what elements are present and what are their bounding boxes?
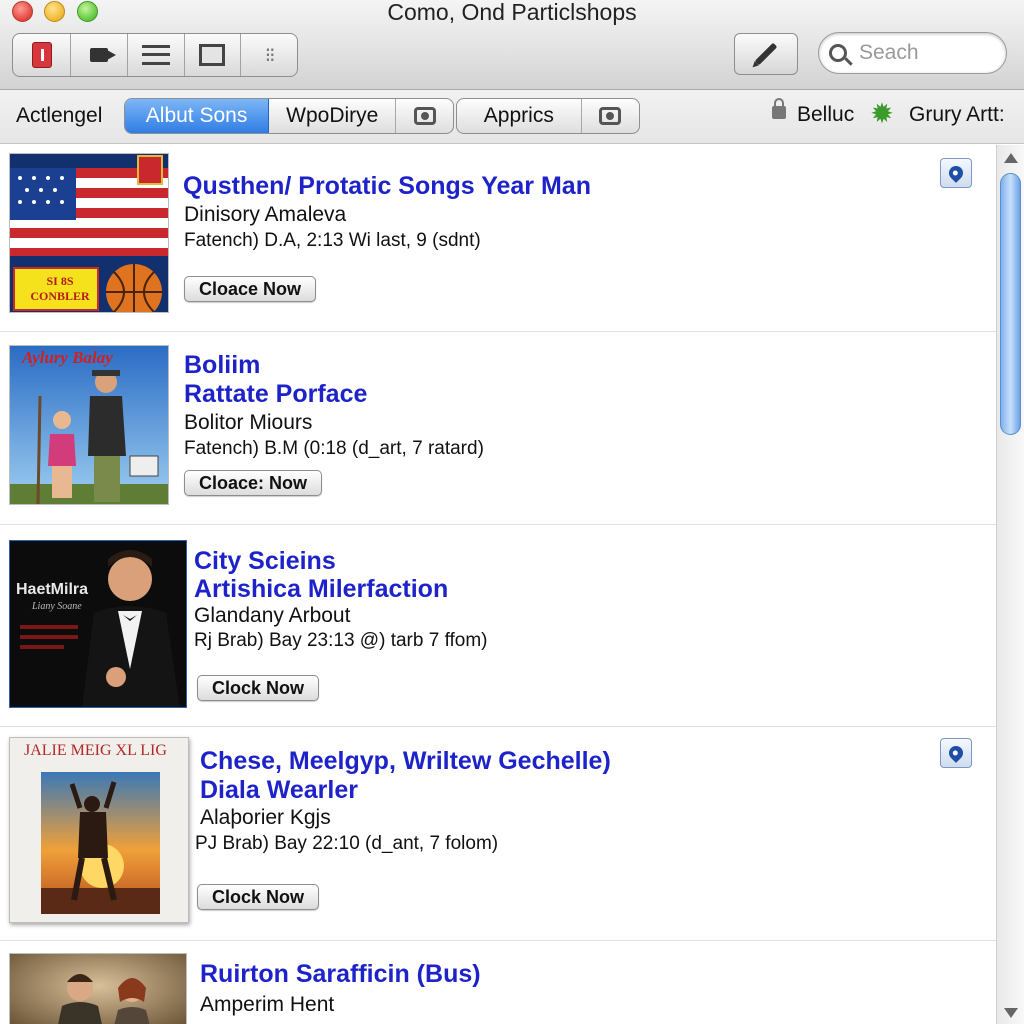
duo-artwork	[10, 954, 186, 1024]
item-meta: Fatench) B.M (0:18 (d_art, 7 ratard)	[184, 438, 484, 459]
segmented-control-primary: Albut Sons WpoDirye	[124, 98, 454, 134]
item-subtitle: Bolitor Miours	[184, 411, 313, 434]
vertical-scrollbar[interactable]	[996, 145, 1024, 1024]
beach-artwork	[10, 346, 168, 504]
album-list: SI 8S CONBLER Qusthen/ Protatic Songs Ye…	[0, 145, 996, 1024]
toolbar-button-group: ⁝⁝	[12, 33, 298, 77]
filter-label: Actlengel	[16, 104, 103, 127]
album-cover: JALIE MEIG XL LIG	[9, 737, 189, 923]
item-title[interactable]: Chese, Meelgyp, Wriltew Gechelle)	[200, 747, 611, 776]
action-button[interactable]: Clock Now	[197, 884, 320, 910]
list-icon	[141, 45, 170, 65]
pin-icon	[946, 743, 966, 763]
pin-button[interactable]	[940, 158, 972, 188]
item-title-line-2[interactable]: Artishica Milerfaction	[194, 575, 448, 604]
segment-apprics[interactable]: Apprics	[457, 99, 582, 133]
list-item[interactable]: JALIE MEIG XL LIG Chese, Meelgyp, Wrilte…	[0, 727, 996, 939]
action-button[interactable]: Clock Now	[197, 675, 320, 701]
item-subtitle: Amperim Hent	[200, 993, 335, 1016]
item-title-line-2[interactable]: Diala Wearler	[200, 776, 358, 805]
action-button[interactable]: Cloace: Now	[184, 470, 323, 496]
pin-button[interactable]	[940, 738, 972, 768]
list-item[interactable]: SI 8S CONBLER Qusthen/ Protatic Songs Ye…	[0, 145, 996, 330]
cover-caption: HaetMilra	[16, 581, 89, 598]
gear-label[interactable]: Grury Artt:	[909, 103, 1005, 127]
frame-icon	[199, 44, 226, 66]
grip-icon: ⁝⁝	[264, 44, 276, 67]
cover-caption: Aylury Balay	[22, 348, 113, 367]
stop-icon	[31, 42, 52, 68]
video-icon	[89, 48, 116, 62]
list-item[interactable]: Ruirton Sarafficin (Bus) Amperim Hent	[0, 941, 996, 1024]
album-cover: HaetMilra Liany Soane	[9, 540, 187, 708]
cover-caption: JALIE MEIG XL LIG	[24, 742, 167, 759]
album-cover: Aylury Balay	[9, 345, 169, 505]
search-icon	[829, 44, 847, 62]
item-subtitle: Glandany Arbout	[194, 604, 351, 627]
search-field[interactable]	[818, 32, 1007, 74]
list-item[interactable]: Aylury Balay Boliim Rattate Porface Boli…	[0, 332, 996, 522]
segment-wpodirye[interactable]: WpoDirye	[269, 99, 397, 133]
item-title[interactable]: City Scieins	[194, 547, 336, 576]
item-meta: Rj Brab) Bay 23:13 @) tarb 7 ffom)	[194, 630, 488, 651]
edit-button[interactable]	[734, 33, 798, 75]
camera-icon	[413, 107, 436, 125]
item-title-line-2[interactable]: Rattate Porface	[184, 380, 367, 409]
gear-icon: ✹	[870, 98, 894, 129]
crooner-artwork	[10, 541, 186, 707]
item-title[interactable]: Boliim	[184, 351, 260, 380]
grip-button[interactable]: ⁝⁝	[241, 34, 297, 76]
list-item[interactable]: HaetMilra Liany Soane City Scieins Artis…	[0, 525, 996, 725]
pen-icon	[754, 42, 778, 66]
frame-view-button[interactable]	[185, 34, 242, 76]
segment-albut-sons[interactable]: Albut Sons	[125, 99, 270, 133]
item-subtitle: Dinisory Amaleva	[184, 203, 347, 226]
pin-icon	[946, 163, 966, 183]
album-cover: SI 8S CONBLER	[9, 153, 169, 313]
camera-icon	[599, 107, 622, 125]
scroll-thumb[interactable]	[1000, 173, 1021, 435]
item-meta: PJ Brab) Bay 22:10 (d_ant, 7 folom)	[195, 833, 499, 854]
window-title: Como, Ond Particlshops	[387, 0, 637, 25]
item-subtitle: Alaþorier Kgjs	[200, 806, 331, 829]
window-toolbar: Como, Ond Particlshops ⁝⁝	[0, 0, 1024, 90]
segment-camera[interactable]	[396, 99, 453, 133]
item-title[interactable]: Ruirton Sarafficin (Bus)	[200, 960, 481, 989]
action-button[interactable]: Cloace Now	[184, 276, 317, 302]
search-input[interactable]	[859, 41, 989, 65]
album-cover	[9, 953, 187, 1024]
lock-label[interactable]: Belluc	[797, 103, 854, 127]
cover-subcaption: Liany Soane	[32, 601, 82, 612]
item-meta: Fatench) D.A, 2:13 Wi last, 9 (sdnt)	[184, 230, 481, 251]
cover-caption: SI 8S CONBLER	[30, 274, 90, 303]
scroll-down-arrow-icon[interactable]	[1004, 1008, 1018, 1018]
segmented-control-secondary: Apprics	[456, 98, 640, 134]
scroll-up-arrow-icon[interactable]	[1004, 153, 1018, 163]
lock-icon	[772, 98, 786, 119]
list-view-button[interactable]	[128, 34, 185, 76]
video-button[interactable]	[71, 34, 128, 76]
segment-camera-2[interactable]	[582, 99, 639, 133]
stop-button[interactable]	[13, 34, 71, 76]
sunset-artwork	[41, 772, 160, 914]
item-title[interactable]: Qusthen/ Protatic Songs Year Man	[183, 172, 591, 201]
